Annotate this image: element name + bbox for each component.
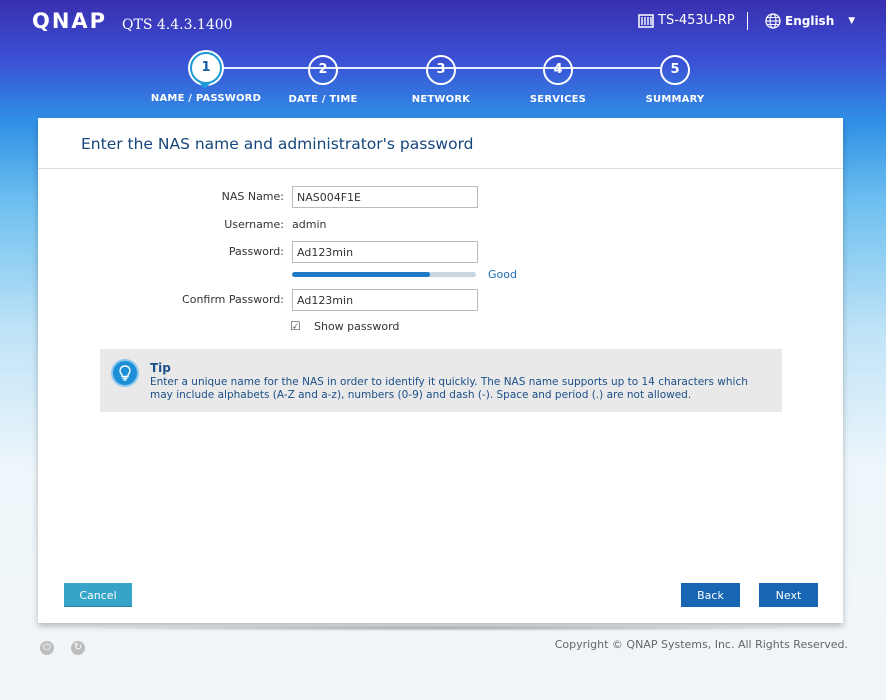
password-row: Password: bbox=[38, 241, 843, 263]
globe-icon bbox=[765, 13, 781, 29]
show-password-checkbox[interactable]: ☑ bbox=[290, 319, 301, 333]
step-5: 5 SUMMARY bbox=[605, 52, 745, 105]
nas-name-label: NAS Name: bbox=[221, 190, 284, 203]
header-divider bbox=[747, 12, 748, 30]
step-label: SUMMARY bbox=[645, 94, 705, 105]
lightbulb-icon bbox=[111, 359, 139, 387]
device-model-label: TS-453U-RP bbox=[658, 13, 735, 28]
step-number: 3 bbox=[426, 55, 456, 85]
qts-version: QTS 4.4.3.1400 bbox=[122, 17, 233, 33]
show-password-label: Show password bbox=[314, 320, 400, 333]
password-strength-bar bbox=[292, 272, 476, 277]
next-button[interactable]: Next bbox=[759, 583, 818, 607]
nas-name-row: NAS Name: bbox=[38, 186, 843, 208]
language-selector[interactable]: English ▼ bbox=[765, 13, 855, 29]
confirm-password-label: Confirm Password: bbox=[182, 293, 284, 306]
qnap-logo: QNAP bbox=[32, 9, 108, 33]
copyright-text: Copyright © QNAP Systems, Inc. All Right… bbox=[554, 638, 848, 651]
chevron-down-icon: ▼ bbox=[848, 16, 856, 26]
page-title: Enter the NAS name and administrator's p… bbox=[81, 135, 474, 153]
confirm-password-row: Confirm Password: bbox=[38, 289, 843, 311]
step-number: 5 bbox=[660, 55, 690, 85]
password-strength-label: Good bbox=[488, 268, 517, 281]
password-strength-fill bbox=[292, 272, 430, 277]
back-button[interactable]: Back bbox=[681, 583, 740, 607]
tip-text: Enter a unique name for the NAS in order… bbox=[150, 376, 748, 401]
username-label: Username: bbox=[224, 218, 284, 231]
step-number: 4 bbox=[543, 55, 573, 85]
panel-shadow bbox=[70, 625, 810, 631]
step-number: 2 bbox=[308, 55, 338, 85]
server-icon bbox=[638, 13, 654, 28]
title-divider bbox=[38, 168, 843, 169]
username-value: admin bbox=[292, 218, 327, 231]
step-number: 1 bbox=[190, 52, 222, 84]
confirm-password-input[interactable] bbox=[292, 289, 478, 311]
active-step-pointer bbox=[199, 82, 211, 89]
wizard-steps: 1 NAME / PASSWORD 2 DATE / TIME 3 NETWOR… bbox=[0, 52, 886, 112]
username-row: Username: admin bbox=[38, 214, 843, 236]
password-input[interactable] bbox=[292, 241, 478, 263]
top-header: QNAP QTS 4.4.3.1400 TS-453U-RP English ▼ bbox=[0, 0, 886, 50]
cancel-button[interactable]: Cancel bbox=[64, 583, 132, 607]
power-icon[interactable]: ⏻ bbox=[40, 641, 54, 655]
language-label: English bbox=[785, 14, 835, 28]
wizard-panel: Enter the NAS name and administrator's p… bbox=[38, 118, 843, 623]
tip-box: Tip Enter a unique name for the NAS in o… bbox=[100, 349, 782, 412]
nas-name-input[interactable] bbox=[292, 186, 478, 208]
password-label: Password: bbox=[228, 245, 284, 258]
device-model: TS-453U-RP bbox=[638, 13, 735, 28]
restart-icon[interactable]: ↻ bbox=[71, 641, 85, 655]
tip-title: Tip bbox=[150, 361, 171, 375]
